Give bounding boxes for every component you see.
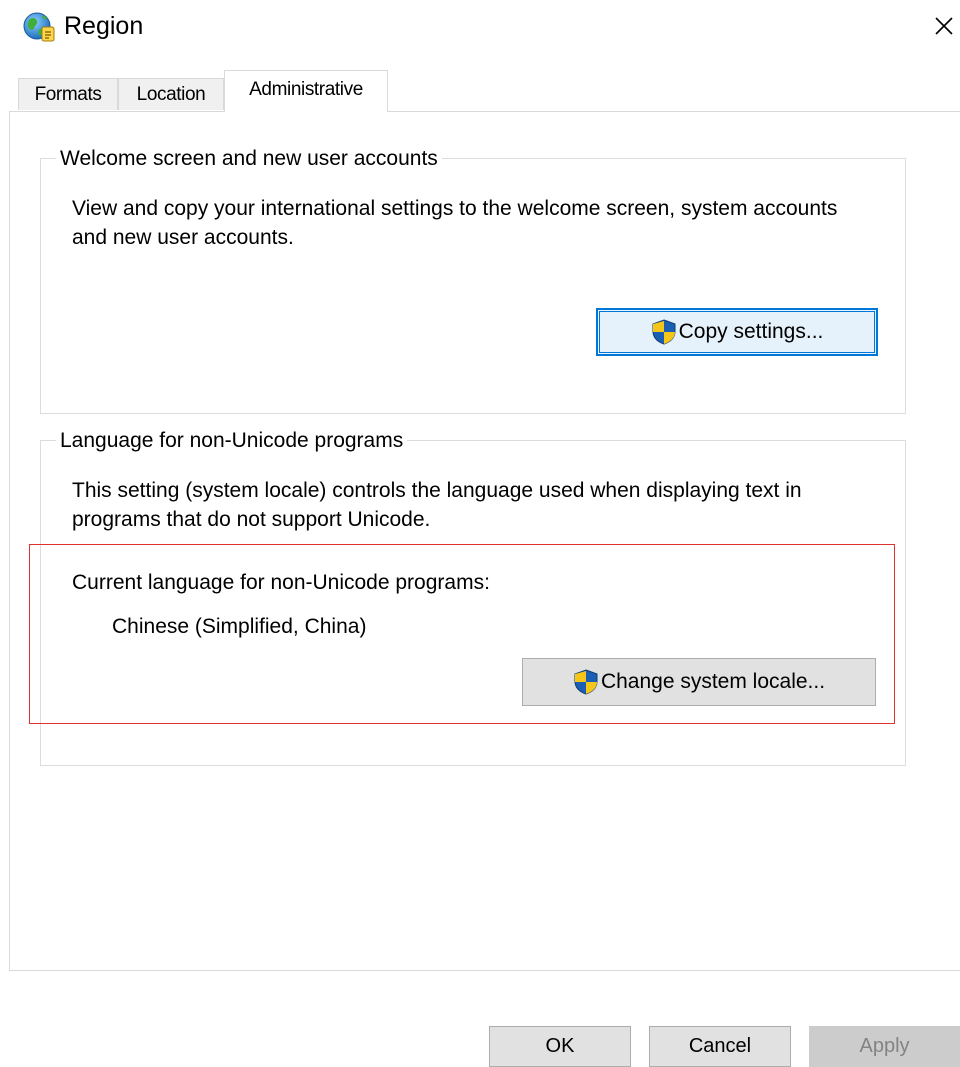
tab-administrative[interactable]: Administrative bbox=[224, 70, 388, 112]
close-button[interactable] bbox=[928, 8, 960, 44]
change-system-locale-button[interactable]: Change system locale... bbox=[522, 658, 876, 706]
window-title: Region bbox=[64, 12, 144, 40]
change-system-locale-label: Change system locale... bbox=[600, 670, 826, 693]
title-bar: Region bbox=[0, 0, 960, 50]
ok-button[interactable]: OK bbox=[489, 1026, 631, 1067]
tab-formats[interactable]: Formats bbox=[18, 78, 118, 110]
close-icon bbox=[935, 17, 953, 35]
copy-settings-button[interactable]: Copy settings... bbox=[596, 308, 878, 356]
current-language-label: Current language for non-Unicode program… bbox=[72, 571, 490, 594]
uac-shield-icon bbox=[652, 319, 676, 345]
uac-shield-icon bbox=[574, 669, 598, 695]
region-dialog: Region Formats Location Administrative W… bbox=[0, 0, 960, 1067]
language-group-description: This setting (system locale) controls th… bbox=[72, 479, 802, 531]
copy-settings-label: Copy settings... bbox=[678, 320, 824, 343]
cancel-button[interactable]: Cancel bbox=[649, 1026, 791, 1067]
tab-location[interactable]: Location bbox=[118, 78, 224, 110]
welcome-group-description: View and copy your international setting… bbox=[72, 197, 838, 249]
globe-icon bbox=[23, 12, 55, 42]
current-language-value: Chinese (Simplified, China) bbox=[112, 615, 367, 638]
welcome-group-title: Welcome screen and new user accounts bbox=[56, 146, 442, 172]
language-group-title: Language for non-Unicode programs bbox=[56, 428, 408, 454]
apply-button[interactable]: Apply bbox=[809, 1026, 960, 1067]
